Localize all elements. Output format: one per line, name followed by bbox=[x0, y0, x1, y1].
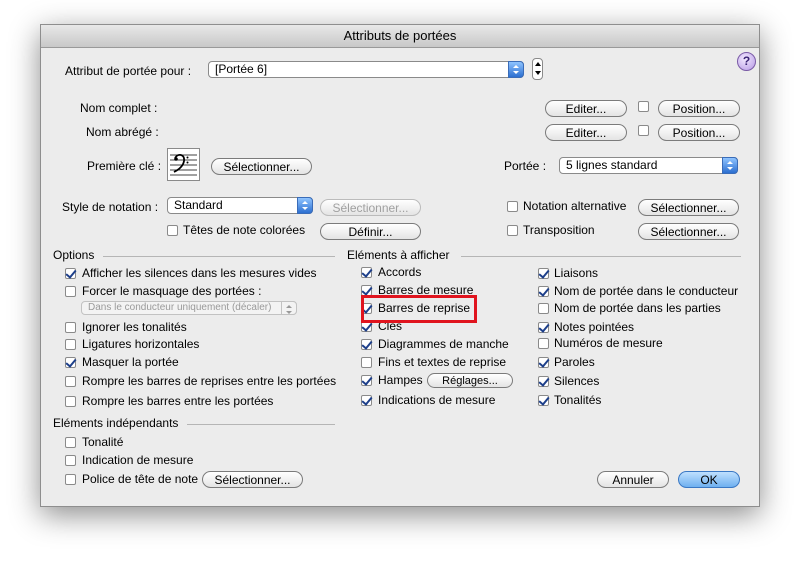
nom-abrege-label: Nom abrégé : bbox=[86, 125, 159, 139]
clef-preview[interactable] bbox=[167, 148, 200, 181]
option-checkbox-5[interactable] bbox=[65, 376, 76, 387]
option-checkbox-3[interactable] bbox=[65, 339, 76, 350]
element-checkbox-nom-conducteur[interactable] bbox=[538, 286, 549, 297]
element-label-numeros-mesure: Numéros de mesure bbox=[554, 336, 663, 350]
bass-clef-icon bbox=[170, 154, 197, 176]
elements-divider bbox=[461, 256, 741, 257]
independants-divider bbox=[187, 424, 335, 425]
highlight-box bbox=[361, 295, 477, 323]
dialog-window: Attributs de portées ? Attribut de porté… bbox=[40, 24, 760, 507]
selectionner-police-button[interactable]: Sélectionner... bbox=[202, 471, 303, 488]
option-label-3: Ligatures horizontales bbox=[82, 337, 200, 351]
style-notation-value: Standard bbox=[174, 198, 223, 212]
element-label-nom-conducteur: Nom de portée dans le conducteur bbox=[554, 284, 739, 298]
independant-checkbox-0[interactable] bbox=[65, 437, 76, 448]
element-label-accords: Accords bbox=[378, 265, 422, 279]
selectionner-notation-alt-button[interactable]: Sélectionner... bbox=[638, 199, 739, 216]
ok-button[interactable]: OK bbox=[678, 471, 740, 488]
masquage-value: Dans le conducteur uniquement (décaler) bbox=[88, 302, 272, 313]
nom-abrege-checkbox[interactable] bbox=[638, 125, 649, 136]
masquage-popup[interactable]: Dans le conducteur uniquement (décaler) bbox=[81, 301, 297, 315]
element-checkbox-paroles[interactable] bbox=[538, 357, 549, 368]
editer-nom-complet-button[interactable]: Editer... bbox=[545, 100, 627, 117]
element-label-fins-textes: Fins et textes de reprise bbox=[378, 355, 507, 369]
option-checkbox-6[interactable] bbox=[65, 396, 76, 407]
element-checkbox-numeros-mesure[interactable] bbox=[538, 338, 549, 349]
element-checkbox-fins-textes[interactable] bbox=[361, 357, 372, 368]
portee-label: Portée : bbox=[504, 159, 547, 173]
element-checkbox-liaisons[interactable] bbox=[538, 268, 549, 279]
option-checkbox-4[interactable] bbox=[65, 357, 76, 368]
nom-complet-checkbox[interactable] bbox=[638, 101, 649, 112]
element-label-paroles: Paroles bbox=[554, 355, 595, 369]
element-checkbox-notes-pointees[interactable] bbox=[538, 322, 549, 333]
premiere-cle-label: Première clé : bbox=[87, 159, 162, 173]
attribut-label: Attribut de portée pour : bbox=[65, 64, 192, 78]
chevron-updown-icon bbox=[297, 197, 313, 214]
option-checkbox-0[interactable] bbox=[65, 268, 76, 279]
editer-nom-abrege-button[interactable]: Editer... bbox=[545, 124, 627, 141]
attribut-popup[interactable]: [Portée 6] bbox=[208, 61, 524, 78]
position-nom-complet-button[interactable]: Position... bbox=[658, 100, 740, 117]
reglages-hampes-button[interactable]: Réglages... bbox=[427, 373, 513, 388]
transposition-checkbox[interactable] bbox=[507, 225, 518, 236]
selectionner-cle-button[interactable]: Sélectionner... bbox=[211, 158, 312, 175]
element-checkbox-hampes[interactable] bbox=[361, 375, 372, 386]
help-button[interactable]: ? bbox=[737, 52, 756, 71]
element-checkbox-tonalites[interactable] bbox=[538, 395, 549, 406]
portee-value: 5 lignes standard bbox=[566, 158, 658, 172]
element-label-liaisons: Liaisons bbox=[554, 266, 599, 280]
element-label-notes-pointees: Notes pointées bbox=[554, 320, 635, 334]
selectionner-transposition-button[interactable]: Sélectionner... bbox=[638, 223, 739, 240]
options-divider bbox=[103, 256, 335, 257]
independant-label-2: Police de tête de note bbox=[82, 472, 199, 486]
element-label-nom-parties: Nom de portée dans les parties bbox=[554, 301, 721, 315]
attribut-value: [Portée 6] bbox=[215, 62, 268, 76]
tetes-colorees-label: Têtes de note colorées bbox=[183, 223, 306, 237]
independant-label-0: Tonalité bbox=[82, 435, 124, 449]
element-checkbox-silences[interactable] bbox=[538, 376, 549, 387]
option-checkbox-2[interactable] bbox=[65, 322, 76, 333]
notation-alternative-checkbox[interactable] bbox=[507, 201, 518, 212]
option-label-5: Rompre les barres de reprises entre les … bbox=[82, 374, 337, 388]
portee-popup[interactable]: 5 lignes standard bbox=[559, 157, 738, 174]
independant-checkbox-2[interactable] bbox=[65, 474, 76, 485]
independant-checkbox-1[interactable] bbox=[65, 455, 76, 466]
independants-header: Eléments indépendants bbox=[53, 416, 179, 430]
selectionner-style-button[interactable]: Sélectionner... bbox=[320, 199, 421, 216]
option-checkbox-1[interactable] bbox=[65, 286, 76, 297]
style-notation-popup[interactable]: Standard bbox=[167, 197, 313, 214]
element-checkbox-diagrammes[interactable] bbox=[361, 339, 372, 350]
transposition-label: Transposition bbox=[523, 223, 595, 237]
chevron-updown-icon bbox=[722, 157, 738, 174]
notation-alternative-label: Notation alternative bbox=[523, 199, 627, 213]
option-label-2: Ignorer les tonalités bbox=[82, 320, 187, 334]
chevron-updown-icon bbox=[281, 301, 297, 315]
option-label-4: Masquer la portée bbox=[82, 355, 179, 369]
annuler-button[interactable]: Annuler bbox=[597, 471, 669, 488]
options-header: Options bbox=[53, 248, 95, 262]
option-label-6: Rompre les barres entre les portées bbox=[82, 394, 274, 408]
style-notation-label: Style de notation : bbox=[62, 200, 159, 214]
option-label-0: Afficher les silences dans les mesures v… bbox=[82, 266, 317, 280]
position-nom-abrege-button[interactable]: Position... bbox=[658, 124, 740, 141]
element-label-indications: Indications de mesure bbox=[378, 393, 496, 407]
element-label-hampes: Hampes bbox=[378, 373, 423, 387]
element-checkbox-indications[interactable] bbox=[361, 395, 372, 406]
element-label-tonalites: Tonalités bbox=[554, 393, 602, 407]
chevron-updown-icon bbox=[508, 61, 524, 78]
definir-button[interactable]: Définir... bbox=[320, 223, 421, 240]
nom-complet-label: Nom complet : bbox=[80, 101, 158, 115]
elements-header: Eléments à afficher bbox=[347, 248, 450, 262]
element-label-silences: Silences bbox=[554, 374, 600, 388]
element-checkbox-accords[interactable] bbox=[361, 267, 372, 278]
tetes-colorees-checkbox[interactable] bbox=[167, 225, 178, 236]
staff-stepper[interactable] bbox=[532, 58, 543, 80]
window-title: Attributs de portées bbox=[41, 25, 759, 48]
option-label-1: Forcer le masquage des portées : bbox=[82, 284, 262, 298]
element-label-diagrammes: Diagrammes de manche bbox=[378, 337, 509, 351]
independant-label-1: Indication de mesure bbox=[82, 453, 194, 467]
element-checkbox-nom-parties[interactable] bbox=[538, 303, 549, 314]
